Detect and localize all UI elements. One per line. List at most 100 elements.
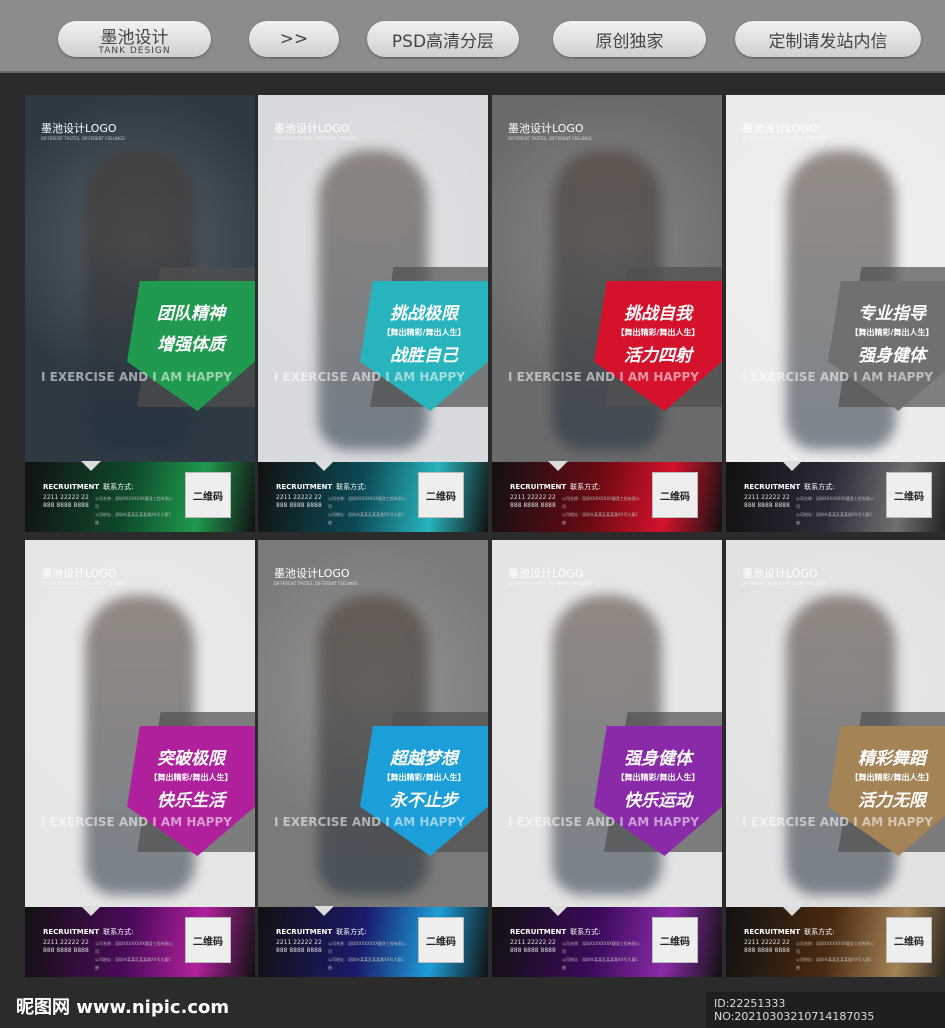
recruit-label: RECRUITMENT — [276, 483, 333, 491]
recruitment: RECRUITMENT 联系方式: — [510, 927, 601, 937]
poster-logo: 墨池设计LOGO DIFFERENT TASTES, DIFFERENT FEEL… — [508, 565, 592, 586]
headline-1: 精彩舞蹈 — [858, 749, 926, 769]
contact-label: 联系方式: — [336, 928, 367, 936]
headline-sub: 【舞出精彩/舞出人生】 — [382, 773, 466, 782]
address: 公司地址：深圳市某某区某某路XX号大厦C座 — [95, 512, 172, 525]
headline-2: 快乐运动 — [624, 791, 692, 811]
contact-label: 联系方式: — [103, 483, 134, 491]
recruitment: RECRUITMENT 联系方式: — [43, 482, 134, 492]
logo-text: 墨池设计LOGO — [508, 122, 584, 135]
arrow-button[interactable]: >> — [249, 21, 339, 57]
logo-text: 墨池设计LOGO — [742, 567, 818, 580]
logo-text: 墨池设计LOGO — [742, 122, 818, 135]
poster-footer: RECRUITMENT 联系方式: 2211 22222 22 888 8888 8… — [492, 906, 722, 977]
headline-sub: 【舞出精彩/舞出人生】 — [616, 328, 700, 337]
recruitment: RECRUITMENT 联系方式: — [510, 482, 601, 492]
recruit-label: RECRUITMENT — [744, 483, 801, 491]
poster-footer: RECRUITMENT 联系方式: 2211 22222 22 888 8888 8… — [258, 461, 488, 532]
company: 公司名称：深圳XXXXXXXX健身工程有限公司 — [562, 941, 640, 954]
company-info: 公司名称：深圳XXXXXXXX健身工程有限公司 公司地址：深圳市某某区某某路XX号… — [796, 495, 876, 527]
psd-button[interactable]: PSD高清分层 — [367, 21, 519, 57]
company: 公司名称：深圳XXXXXXXX健身工程有限公司 — [95, 941, 173, 954]
poster-footer: RECRUITMENT 联系方式: 2211 22222 22 888 8888 8… — [726, 461, 945, 532]
phones: 2211 22222 22 888 8888 8888 — [43, 939, 89, 955]
phone-1: 2211 22222 22 — [510, 939, 556, 946]
headline-1: 专业指导 — [858, 304, 926, 324]
poster-7[interactable]: 墨池设计LOGO DIFFERENT TASTES, DIFFERENT FEEL… — [492, 540, 722, 977]
logo-sub: DIFFERENT TASTES, DIFFERENT FEELINGS — [41, 136, 125, 141]
phones: 2211 22222 22 888 8888 8888 — [43, 494, 89, 510]
qr-code-placeholder: 二维码 — [652, 917, 698, 963]
poster-footer: RECRUITMENT 联系方式: 2211 22222 22 888 8888 8… — [492, 461, 722, 532]
phone-1: 2211 22222 22 — [744, 494, 790, 501]
company: 公司名称：深圳XXXXXXXX健身工程有限公司 — [328, 496, 406, 509]
poster-logo: 墨池设计LOGO DIFFERENT TASTES, DIFFERENT FEEL… — [41, 120, 125, 141]
company-info: 公司名称：深圳XXXXXXXX健身工程有限公司 公司地址：深圳市某某区某某路XX号… — [796, 940, 876, 972]
headline-sub: 【舞出精彩/舞出人生】 — [850, 773, 934, 782]
contact-label: 联系方式: — [103, 928, 134, 936]
headline-2: 永不止步 — [390, 791, 458, 811]
phones: 2211 22222 22 888 8888 8888 — [276, 939, 322, 955]
poster-3[interactable]: 墨池设计LOGO DIFFERENT TASTES, DIFFERENT FEEL… — [492, 95, 722, 532]
recruitment: RECRUITMENT 联系方式: — [276, 927, 367, 937]
headline-1: 突破极限 — [157, 749, 225, 769]
company: 公司名称：深圳XXXXXXXX健身工程有限公司 — [95, 496, 173, 509]
top-bar: 墨池设计 TANK DESIGN >> PSD高清分层 原创独家 定制请发站内信 — [0, 0, 945, 73]
poster-1[interactable]: 墨池设计LOGO DIFFERENT TASTES, DIFFERENT FEEL… — [25, 95, 255, 532]
motto: I EXERCISE AND I AM HAPPY — [508, 370, 699, 384]
company-info: 公司名称：深圳XXXXXXXX健身工程有限公司 公司地址：深圳市某某区某某路XX号… — [95, 940, 175, 972]
phone-1: 2211 22222 22 — [510, 494, 556, 501]
notch — [782, 461, 802, 471]
headline-1: 超越梦想 — [390, 749, 458, 769]
qr-code-placeholder: 二维码 — [185, 917, 231, 963]
notch — [81, 461, 101, 471]
notch — [548, 906, 568, 916]
company: 公司名称：深圳XXXXXXXX健身工程有限公司 — [796, 941, 874, 954]
headline-sub: 【舞出精彩/舞出人生】 — [850, 328, 934, 337]
original-button[interactable]: 原创独家 — [553, 21, 706, 57]
logo-sub: DIFFERENT TASTES, DIFFERENT FEELINGS — [508, 581, 592, 586]
recruit-label: RECRUITMENT — [510, 483, 567, 491]
contact-label: 联系方式: — [570, 928, 601, 936]
phone-1: 2211 22222 22 — [276, 939, 322, 946]
logo-text: 墨池设计LOGO — [508, 567, 584, 580]
headline-1: 团队精神 — [157, 304, 225, 324]
phone-1: 2211 22222 22 — [276, 494, 322, 501]
company: 公司名称：深圳XXXXXXXX健身工程有限公司 — [796, 496, 874, 509]
poster-logo: 墨池设计LOGO DIFFERENT TASTES, DIFFERENT FEEL… — [742, 565, 826, 586]
headline-2: 增强体质 — [157, 335, 225, 355]
notch — [548, 461, 568, 471]
recruit-label: RECRUITMENT — [276, 928, 333, 936]
poster-6[interactable]: 墨池设计LOGO DIFFERENT TASTES, DIFFERENT FEEL… — [258, 540, 488, 977]
headline-sub: 【舞出精彩/舞出人生】 — [616, 773, 700, 782]
contact-label: 联系方式: — [336, 483, 367, 491]
notch — [314, 906, 334, 916]
poster-5[interactable]: 墨池设计LOGO DIFFERENT TASTES, DIFFERENT FEEL… — [25, 540, 255, 977]
headline-1: 挑战自我 — [624, 304, 692, 324]
phone-2: 888 8888 8888 — [744, 502, 790, 509]
contact-label: 联系方式: — [804, 483, 835, 491]
custom-button[interactable]: 定制请发站内信 — [735, 21, 921, 57]
address: 公司地址：深圳市某某区某某路XX号大厦C座 — [328, 957, 405, 970]
phone-1: 2211 22222 22 — [43, 939, 89, 946]
poster-4[interactable]: 墨池设计LOGO DIFFERENT TASTES, DIFFERENT FEEL… — [726, 95, 945, 532]
logo-sub: DIFFERENT TASTES, DIFFERENT FEELINGS — [508, 136, 592, 141]
qr-code-placeholder: 二维码 — [185, 472, 231, 518]
recruitment: RECRUITMENT 联系方式: — [276, 482, 367, 492]
logo-sub: DIFFERENT TASTES, DIFFERENT FEELINGS — [742, 136, 826, 141]
poster-2[interactable]: 墨池设计LOGO DIFFERENT TASTES, DIFFERENT FEEL… — [258, 95, 488, 532]
poster-footer: RECRUITMENT 联系方式: 2211 22222 22 888 8888 8… — [258, 906, 488, 977]
company-info: 公司名称：深圳XXXXXXXX健身工程有限公司 公司地址：深圳市某某区某某路XX号… — [95, 495, 175, 527]
logo-text: 墨池设计LOGO — [41, 567, 117, 580]
phones: 2211 22222 22 888 8888 8888 — [744, 494, 790, 510]
contact-label: 联系方式: — [804, 928, 835, 936]
poster-logo: 墨池设计LOGO DIFFERENT TASTES, DIFFERENT FEEL… — [41, 565, 125, 586]
poster-8[interactable]: 墨池设计LOGO DIFFERENT TASTES, DIFFERENT FEEL… — [726, 540, 945, 977]
brand-button[interactable]: 墨池设计 TANK DESIGN — [58, 21, 211, 57]
phone-2: 888 8888 8888 — [43, 502, 89, 509]
notch — [782, 906, 802, 916]
phone-1: 2211 22222 22 — [43, 494, 89, 501]
qr-code-placeholder: 二维码 — [418, 472, 464, 518]
qr-code-placeholder: 二维码 — [418, 917, 464, 963]
phone-2: 888 8888 8888 — [510, 947, 556, 954]
